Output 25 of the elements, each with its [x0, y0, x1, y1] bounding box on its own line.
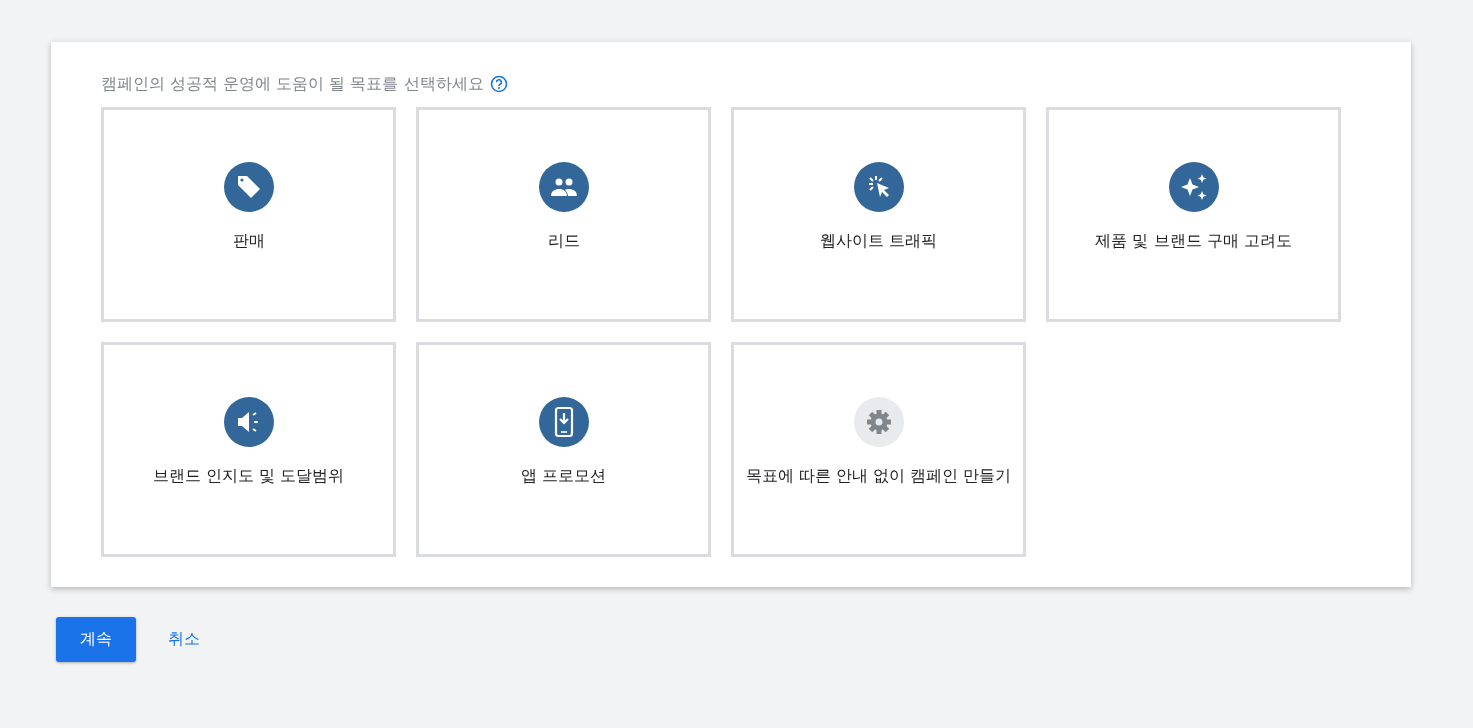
- goal-tile[interactable]: 리드: [416, 107, 711, 322]
- goal-tile[interactable]: 판매: [101, 107, 396, 322]
- goal-label: 목표에 따른 안내 없이 캠페인 만들기: [745, 465, 1012, 486]
- goal-tile[interactable]: 웹사이트 트래픽: [731, 107, 1026, 322]
- goal-label: 판매: [232, 230, 265, 251]
- cancel-button[interactable]: 취소: [150, 619, 218, 660]
- cursor-click-icon: [853, 162, 904, 212]
- goal-label: 앱 프로모션: [520, 465, 607, 486]
- gear-icon: [853, 397, 904, 447]
- prompt-text: 캠페인의 성공적 운영에 도움이 될 목표를 선택하세요: [101, 73, 484, 95]
- continue-button[interactable]: 계속: [56, 617, 136, 662]
- goal-label: 리드: [547, 230, 580, 251]
- goal-label: 브랜드 인지도 및 도달범위: [152, 465, 345, 486]
- people-icon: [538, 162, 589, 212]
- goal-tile[interactable]: 제품 및 브랜드 구매 고려도: [1046, 107, 1341, 322]
- goal-tile[interactable]: 브랜드 인지도 및 도달범위: [101, 342, 396, 557]
- goal-label: 웹사이트 트래픽: [819, 230, 938, 251]
- sparkle-icon: [1168, 162, 1219, 212]
- phone-download-icon: [538, 397, 589, 447]
- megaphone-icon: [223, 397, 274, 447]
- goal-label: 제품 및 브랜드 구매 고려도: [1095, 230, 1292, 251]
- goal-tile[interactable]: 앱 프로모션: [416, 342, 711, 557]
- help-icon[interactable]: [489, 75, 508, 93]
- goal-tile[interactable]: 목표에 따른 안내 없이 캠페인 만들기: [731, 342, 1026, 557]
- tag-icon: [223, 162, 274, 212]
